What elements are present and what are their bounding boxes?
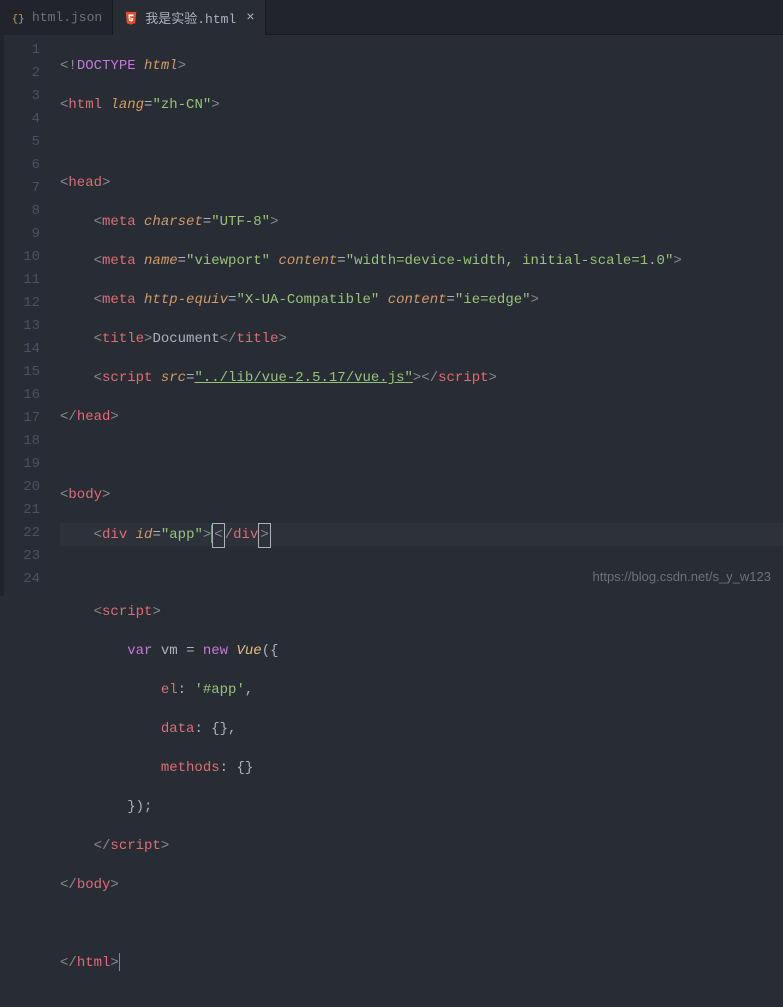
braces-icon: {} bbox=[10, 10, 26, 26]
tab-bar: {} html.json 我是实验.html × bbox=[0, 0, 783, 35]
html5-icon bbox=[123, 10, 139, 26]
editor[interactable]: 123456789101112131415161718192021222324 … bbox=[0, 35, 783, 596]
watermark: https://blog.csdn.net/s_y_w123 bbox=[592, 569, 771, 584]
svg-text:{}: {} bbox=[12, 13, 25, 25]
tab-label: html.json bbox=[32, 10, 102, 25]
tab-experiment-html[interactable]: 我是实验.html × bbox=[113, 0, 265, 35]
code-area[interactable]: <!DOCTYPE html> <html lang="zh-CN"> <hea… bbox=[60, 35, 783, 596]
tab-label: 我是实验.html bbox=[145, 8, 236, 27]
cursor bbox=[119, 953, 120, 971]
tab-html-json[interactable]: {} html.json bbox=[0, 0, 113, 35]
close-icon[interactable]: × bbox=[246, 10, 254, 26]
line-number-gutter: 123456789101112131415161718192021222324 bbox=[0, 35, 60, 596]
